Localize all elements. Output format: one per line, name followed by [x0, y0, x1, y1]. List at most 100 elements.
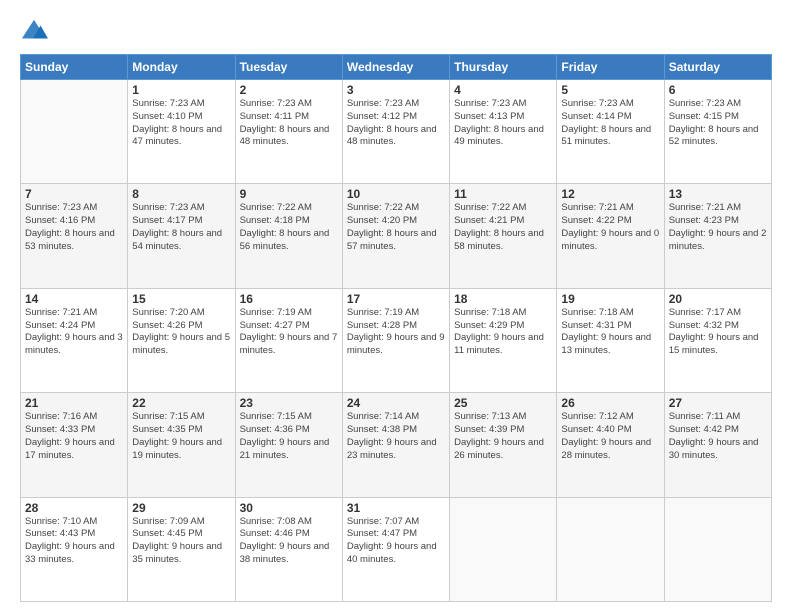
day-info: Sunrise: 7:13 AM Sunset: 4:39 PM Dayligh…	[454, 411, 552, 462]
day-info: Sunrise: 7:16 AM Sunset: 4:33 PM Dayligh…	[25, 411, 123, 462]
day-number: 18	[454, 292, 552, 306]
calendar-cell: 10Sunrise: 7:22 AM Sunset: 4:20 PM Dayli…	[342, 184, 449, 288]
day-number: 31	[347, 501, 445, 515]
day-number: 24	[347, 396, 445, 410]
day-number: 6	[669, 83, 767, 97]
day-info: Sunrise: 7:23 AM Sunset: 4:11 PM Dayligh…	[240, 98, 338, 149]
calendar-cell: 22Sunrise: 7:15 AM Sunset: 4:35 PM Dayli…	[128, 393, 235, 497]
calendar-cell: 24Sunrise: 7:14 AM Sunset: 4:38 PM Dayli…	[342, 393, 449, 497]
calendar-cell: 20Sunrise: 7:17 AM Sunset: 4:32 PM Dayli…	[664, 288, 771, 392]
calendar-cell: 1Sunrise: 7:23 AM Sunset: 4:10 PM Daylig…	[128, 80, 235, 184]
weekday-header-monday: Monday	[128, 55, 235, 80]
calendar-cell	[664, 497, 771, 601]
header	[20, 18, 772, 46]
day-number: 19	[561, 292, 659, 306]
day-number: 10	[347, 187, 445, 201]
day-number: 20	[669, 292, 767, 306]
calendar-week-row: 28Sunrise: 7:10 AM Sunset: 4:43 PM Dayli…	[21, 497, 772, 601]
calendar-cell: 27Sunrise: 7:11 AM Sunset: 4:42 PM Dayli…	[664, 393, 771, 497]
calendar-cell: 13Sunrise: 7:21 AM Sunset: 4:23 PM Dayli…	[664, 184, 771, 288]
day-info: Sunrise: 7:15 AM Sunset: 4:36 PM Dayligh…	[240, 411, 338, 462]
calendar-cell: 14Sunrise: 7:21 AM Sunset: 4:24 PM Dayli…	[21, 288, 128, 392]
calendar-cell: 11Sunrise: 7:22 AM Sunset: 4:21 PM Dayli…	[450, 184, 557, 288]
calendar-cell: 29Sunrise: 7:09 AM Sunset: 4:45 PM Dayli…	[128, 497, 235, 601]
calendar-cell: 8Sunrise: 7:23 AM Sunset: 4:17 PM Daylig…	[128, 184, 235, 288]
calendar-cell: 30Sunrise: 7:08 AM Sunset: 4:46 PM Dayli…	[235, 497, 342, 601]
calendar-cell: 9Sunrise: 7:22 AM Sunset: 4:18 PM Daylig…	[235, 184, 342, 288]
day-info: Sunrise: 7:07 AM Sunset: 4:47 PM Dayligh…	[347, 516, 445, 567]
day-number: 25	[454, 396, 552, 410]
day-info: Sunrise: 7:23 AM Sunset: 4:12 PM Dayligh…	[347, 98, 445, 149]
weekday-header-sunday: Sunday	[21, 55, 128, 80]
calendar-cell: 26Sunrise: 7:12 AM Sunset: 4:40 PM Dayli…	[557, 393, 664, 497]
calendar-cell: 6Sunrise: 7:23 AM Sunset: 4:15 PM Daylig…	[664, 80, 771, 184]
day-number: 13	[669, 187, 767, 201]
calendar-cell: 12Sunrise: 7:21 AM Sunset: 4:22 PM Dayli…	[557, 184, 664, 288]
day-info: Sunrise: 7:09 AM Sunset: 4:45 PM Dayligh…	[132, 516, 230, 567]
calendar-cell: 3Sunrise: 7:23 AM Sunset: 4:12 PM Daylig…	[342, 80, 449, 184]
day-info: Sunrise: 7:11 AM Sunset: 4:42 PM Dayligh…	[669, 411, 767, 462]
day-info: Sunrise: 7:21 AM Sunset: 4:23 PM Dayligh…	[669, 202, 767, 253]
day-number: 4	[454, 83, 552, 97]
calendar-cell: 25Sunrise: 7:13 AM Sunset: 4:39 PM Dayli…	[450, 393, 557, 497]
day-number: 12	[561, 187, 659, 201]
calendar-cell: 18Sunrise: 7:18 AM Sunset: 4:29 PM Dayli…	[450, 288, 557, 392]
day-number: 22	[132, 396, 230, 410]
day-number: 29	[132, 501, 230, 515]
calendar-week-row: 1Sunrise: 7:23 AM Sunset: 4:10 PM Daylig…	[21, 80, 772, 184]
day-info: Sunrise: 7:21 AM Sunset: 4:24 PM Dayligh…	[25, 307, 123, 358]
logo	[20, 18, 50, 46]
calendar-cell	[21, 80, 128, 184]
calendar-cell: 4Sunrise: 7:23 AM Sunset: 4:13 PM Daylig…	[450, 80, 557, 184]
day-info: Sunrise: 7:23 AM Sunset: 4:15 PM Dayligh…	[669, 98, 767, 149]
day-info: Sunrise: 7:12 AM Sunset: 4:40 PM Dayligh…	[561, 411, 659, 462]
day-number: 11	[454, 187, 552, 201]
calendar-week-row: 14Sunrise: 7:21 AM Sunset: 4:24 PM Dayli…	[21, 288, 772, 392]
day-info: Sunrise: 7:23 AM Sunset: 4:17 PM Dayligh…	[132, 202, 230, 253]
calendar-cell: 16Sunrise: 7:19 AM Sunset: 4:27 PM Dayli…	[235, 288, 342, 392]
day-number: 3	[347, 83, 445, 97]
calendar-week-row: 21Sunrise: 7:16 AM Sunset: 4:33 PM Dayli…	[21, 393, 772, 497]
calendar-cell	[450, 497, 557, 601]
day-number: 23	[240, 396, 338, 410]
day-info: Sunrise: 7:23 AM Sunset: 4:14 PM Dayligh…	[561, 98, 659, 149]
weekday-header-thursday: Thursday	[450, 55, 557, 80]
day-number: 2	[240, 83, 338, 97]
day-info: Sunrise: 7:14 AM Sunset: 4:38 PM Dayligh…	[347, 411, 445, 462]
calendar-cell: 23Sunrise: 7:15 AM Sunset: 4:36 PM Dayli…	[235, 393, 342, 497]
calendar-cell: 2Sunrise: 7:23 AM Sunset: 4:11 PM Daylig…	[235, 80, 342, 184]
day-info: Sunrise: 7:15 AM Sunset: 4:35 PM Dayligh…	[132, 411, 230, 462]
calendar-week-row: 7Sunrise: 7:23 AM Sunset: 4:16 PM Daylig…	[21, 184, 772, 288]
day-info: Sunrise: 7:22 AM Sunset: 4:18 PM Dayligh…	[240, 202, 338, 253]
calendar-cell: 21Sunrise: 7:16 AM Sunset: 4:33 PM Dayli…	[21, 393, 128, 497]
day-info: Sunrise: 7:23 AM Sunset: 4:10 PM Dayligh…	[132, 98, 230, 149]
page: SundayMondayTuesdayWednesdayThursdayFrid…	[0, 0, 792, 612]
day-info: Sunrise: 7:18 AM Sunset: 4:29 PM Dayligh…	[454, 307, 552, 358]
day-number: 17	[347, 292, 445, 306]
day-number: 14	[25, 292, 123, 306]
day-info: Sunrise: 7:08 AM Sunset: 4:46 PM Dayligh…	[240, 516, 338, 567]
calendar-cell: 31Sunrise: 7:07 AM Sunset: 4:47 PM Dayli…	[342, 497, 449, 601]
day-info: Sunrise: 7:17 AM Sunset: 4:32 PM Dayligh…	[669, 307, 767, 358]
calendar-cell: 7Sunrise: 7:23 AM Sunset: 4:16 PM Daylig…	[21, 184, 128, 288]
day-number: 26	[561, 396, 659, 410]
day-number: 15	[132, 292, 230, 306]
day-info: Sunrise: 7:20 AM Sunset: 4:26 PM Dayligh…	[132, 307, 230, 358]
day-number: 5	[561, 83, 659, 97]
day-number: 8	[132, 187, 230, 201]
weekday-header-wednesday: Wednesday	[342, 55, 449, 80]
day-number: 30	[240, 501, 338, 515]
day-info: Sunrise: 7:18 AM Sunset: 4:31 PM Dayligh…	[561, 307, 659, 358]
weekday-header-tuesday: Tuesday	[235, 55, 342, 80]
calendar-table: SundayMondayTuesdayWednesdayThursdayFrid…	[20, 54, 772, 602]
day-info: Sunrise: 7:19 AM Sunset: 4:27 PM Dayligh…	[240, 307, 338, 358]
calendar-cell	[557, 497, 664, 601]
logo-icon	[20, 18, 48, 46]
day-number: 7	[25, 187, 123, 201]
day-info: Sunrise: 7:21 AM Sunset: 4:22 PM Dayligh…	[561, 202, 659, 253]
calendar-cell: 15Sunrise: 7:20 AM Sunset: 4:26 PM Dayli…	[128, 288, 235, 392]
calendar-header-row: SundayMondayTuesdayWednesdayThursdayFrid…	[21, 55, 772, 80]
day-number: 16	[240, 292, 338, 306]
day-number: 21	[25, 396, 123, 410]
calendar-cell: 5Sunrise: 7:23 AM Sunset: 4:14 PM Daylig…	[557, 80, 664, 184]
